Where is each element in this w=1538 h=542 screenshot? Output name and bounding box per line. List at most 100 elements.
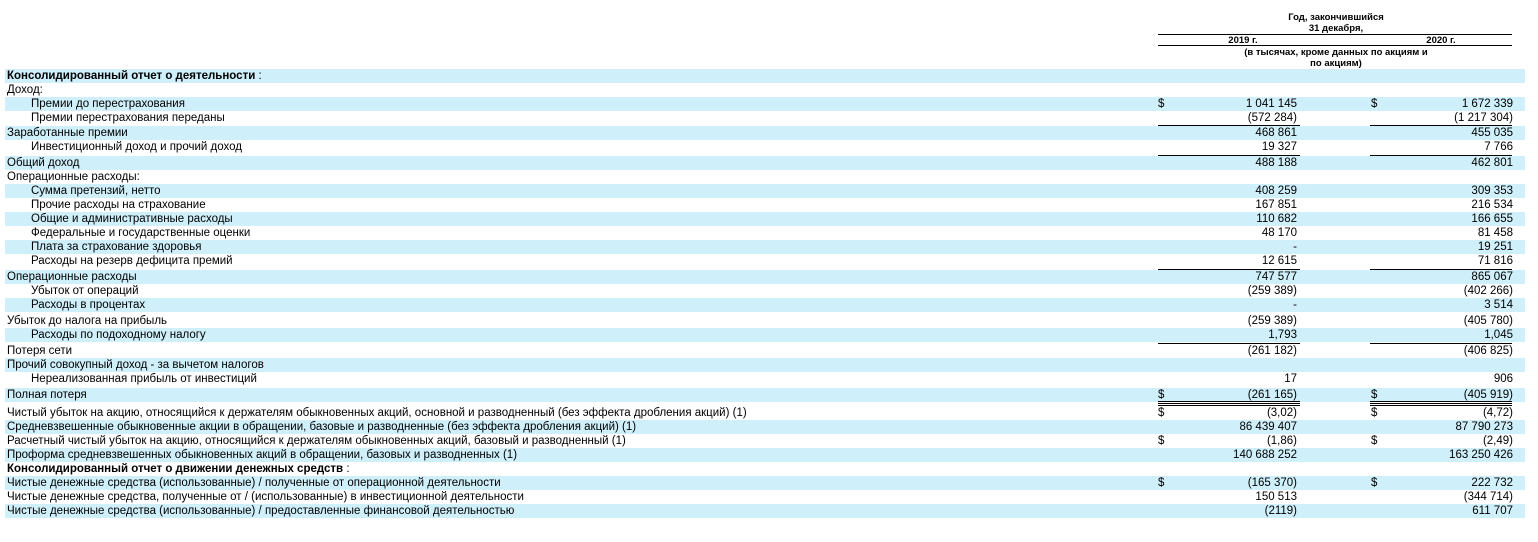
row-label: Сумма претензий, нетто <box>31 184 161 198</box>
row-label-text: Средневзвешенные обыкновенные акции в об… <box>7 421 637 433</box>
table-row: Расходы на резерв дефицита премий 12 615 7… <box>5 254 1525 268</box>
table-row: Расчетный чистый убыток на акцию, относя… <box>5 434 1525 448</box>
value-2020: 163 250 426 <box>1449 449 1513 461</box>
total-double-rule <box>1158 401 1300 406</box>
row-label-text: Инвестиционный доход и прочий доход <box>31 141 242 153</box>
period-header-line1: Год, закончившийся <box>1288 12 1384 23</box>
dollar-sign-2020: $ <box>1371 389 1378 401</box>
row-label-text: Расходы на резерв дефицита премий <box>31 255 233 267</box>
row-label-text: Общий доход <box>7 157 80 169</box>
value-2020: 222 732 <box>1471 477 1513 489</box>
row-label-text: Прочий совокупный доход - за вычетом нал… <box>7 359 264 371</box>
dollar-sign-2019: $ <box>1158 435 1165 447</box>
row-label-text: Федеральные и государственные оценки <box>31 227 251 239</box>
value-2019: (572 284) <box>1247 112 1297 124</box>
row-label-text: Общие и административные расходы <box>31 213 233 225</box>
value-2019: 12 615 <box>1261 255 1297 267</box>
value-2019: - <box>1293 299 1297 311</box>
value-2020: 81 458 <box>1477 227 1513 239</box>
value-2020: 462 801 <box>1471 157 1513 169</box>
table-row: Операционные расходы 747 577 865 067 <box>5 270 1525 284</box>
table-row: Общие и административные расходы 110 682 1… <box>5 212 1525 226</box>
row-label-text: Сумма претензий, нетто <box>31 185 161 197</box>
row-label: Прочий совокупный доход - за вычетом нал… <box>7 358 264 372</box>
row-label-text: Убыток от операций <box>31 285 139 297</box>
table-row: Инвестиционный доход и прочий доход 19 32… <box>5 140 1525 154</box>
row-label: Доход: <box>7 83 43 97</box>
subtotal-rule <box>1370 343 1512 344</box>
row-label-text: Чистый убыток на акцию, относящийся к де… <box>7 407 747 419</box>
row-label: Полная потеря <box>7 388 87 402</box>
value-2019: 408 259 <box>1255 185 1297 197</box>
row-label: Чистые денежные средства, полученные от … <box>7 490 524 504</box>
table-row: Чистый убыток на акцию, относящийся к де… <box>5 406 1525 420</box>
table-row: Прочий совокупный доход - за вычетом нал… <box>5 358 1525 372</box>
row-label: Заработанные премии <box>7 126 128 140</box>
dollar-sign-2020: $ <box>1371 477 1378 489</box>
value-2019: 488 188 <box>1255 157 1297 169</box>
row-label-text: Плата за страхование здоровья <box>31 241 202 253</box>
row-label: Нереализованная прибыль от инвестиций <box>31 372 257 386</box>
row-label-text: Операционные расходы <box>7 271 137 283</box>
value-2019: 150 513 <box>1255 491 1297 503</box>
row-label: Чистые денежные средства (использованные… <box>7 476 501 490</box>
row-label-text: Потеря сети <box>7 345 73 357</box>
table-row: Общий доход 488 188 462 801 <box>5 156 1525 170</box>
table-row: Расходы в процентах - 3 514 <box>5 298 1525 312</box>
row-label-text: Чистые денежные средства (использованные… <box>7 477 501 489</box>
row-label: Убыток от операций <box>31 284 139 298</box>
row-label-text: Чистые денежные средства, полученные от … <box>7 491 524 503</box>
value-2020: (344 714) <box>1463 491 1513 503</box>
row-label-text: Операционные расходы: <box>7 171 140 183</box>
dollar-sign-2020: $ <box>1371 98 1378 110</box>
value-2020: (406 825) <box>1463 345 1513 357</box>
value-2020: 71 816 <box>1477 255 1513 267</box>
row-label-text: Консолидированный отчет о деятельности <box>7 70 256 82</box>
row-label-suffix: : <box>255 70 262 82</box>
row-label: Общий доход <box>7 156 80 170</box>
value-2019: - <box>1293 241 1297 253</box>
table-row: Нереализованная прибыль от инвестиций 17 9… <box>5 372 1525 386</box>
value-2019: (165 370) <box>1247 477 1297 489</box>
units-note-line1: (в тысячах, кроме данных по акциям и <box>1244 47 1428 58</box>
row-label-text: Доход: <box>7 84 43 96</box>
total-double-rule <box>1370 401 1512 406</box>
row-label: Чистые денежные средства (использованные… <box>7 504 514 518</box>
row-label: Расчетный чистый убыток на акцию, относя… <box>7 434 626 448</box>
table-row: Расходы по подоходному налогу 1,793 1,045 <box>5 328 1525 342</box>
value-2020: (4,72) <box>1482 407 1513 419</box>
value-2020: 166 655 <box>1471 213 1513 225</box>
value-2020: 87 790 273 <box>1455 421 1513 433</box>
table-row: Убыток от операций (259 389) (402 266) <box>5 284 1525 298</box>
dollar-sign-2020: $ <box>1371 435 1378 447</box>
row-label: Прочие расходы на страхование <box>31 198 206 212</box>
row-label-text: Полная потеря <box>7 389 87 401</box>
value-2020: (402 266) <box>1463 285 1513 297</box>
dollar-sign-2019: $ <box>1158 98 1165 110</box>
row-label: Консолидированный отчет о деятельности : <box>7 69 262 83</box>
table-row: Сумма претензий, нетто 408 259 309 353 <box>5 184 1525 198</box>
value-2019: (261 165) <box>1247 389 1297 401</box>
row-label: Премии до перестрахования <box>31 97 185 111</box>
table-row: Заработанные премии 468 861 455 035 <box>5 126 1525 140</box>
row-label-text: Убыток до налога на прибыль <box>7 315 168 327</box>
table-row: Консолидированный отчет о движении денеж… <box>5 462 1525 476</box>
value-2020: 19 251 <box>1477 241 1513 253</box>
subtotal-rule <box>1158 155 1300 156</box>
value-2020: (405 919) <box>1463 389 1513 401</box>
row-label: Общие и административные расходы <box>31 212 233 226</box>
value-2020: 611 707 <box>1472 505 1513 517</box>
value-2020: 7 766 <box>1484 141 1513 153</box>
row-label: Проформа средневзвешенных обыкновенных а… <box>7 448 517 462</box>
subtotal-rule <box>1370 269 1512 270</box>
dollar-sign-2019: $ <box>1158 477 1165 489</box>
table-row: Средневзвешенные обыкновенные акции в об… <box>5 420 1525 434</box>
subtotal-rule <box>1370 125 1512 126</box>
value-2019: (2119) <box>1264 505 1297 517</box>
row-label-text: Расходы в процентах <box>31 299 146 311</box>
row-label: Инвестиционный доход и прочий доход <box>31 140 242 154</box>
row-label: Консолидированный отчет о движении денеж… <box>7 462 350 476</box>
table-row: Плата за страхование здоровья - 19 251 <box>5 240 1525 254</box>
value-2020: 1 672 339 <box>1461 98 1513 110</box>
row-label: Чистый убыток на акцию, относящийся к де… <box>7 406 747 420</box>
